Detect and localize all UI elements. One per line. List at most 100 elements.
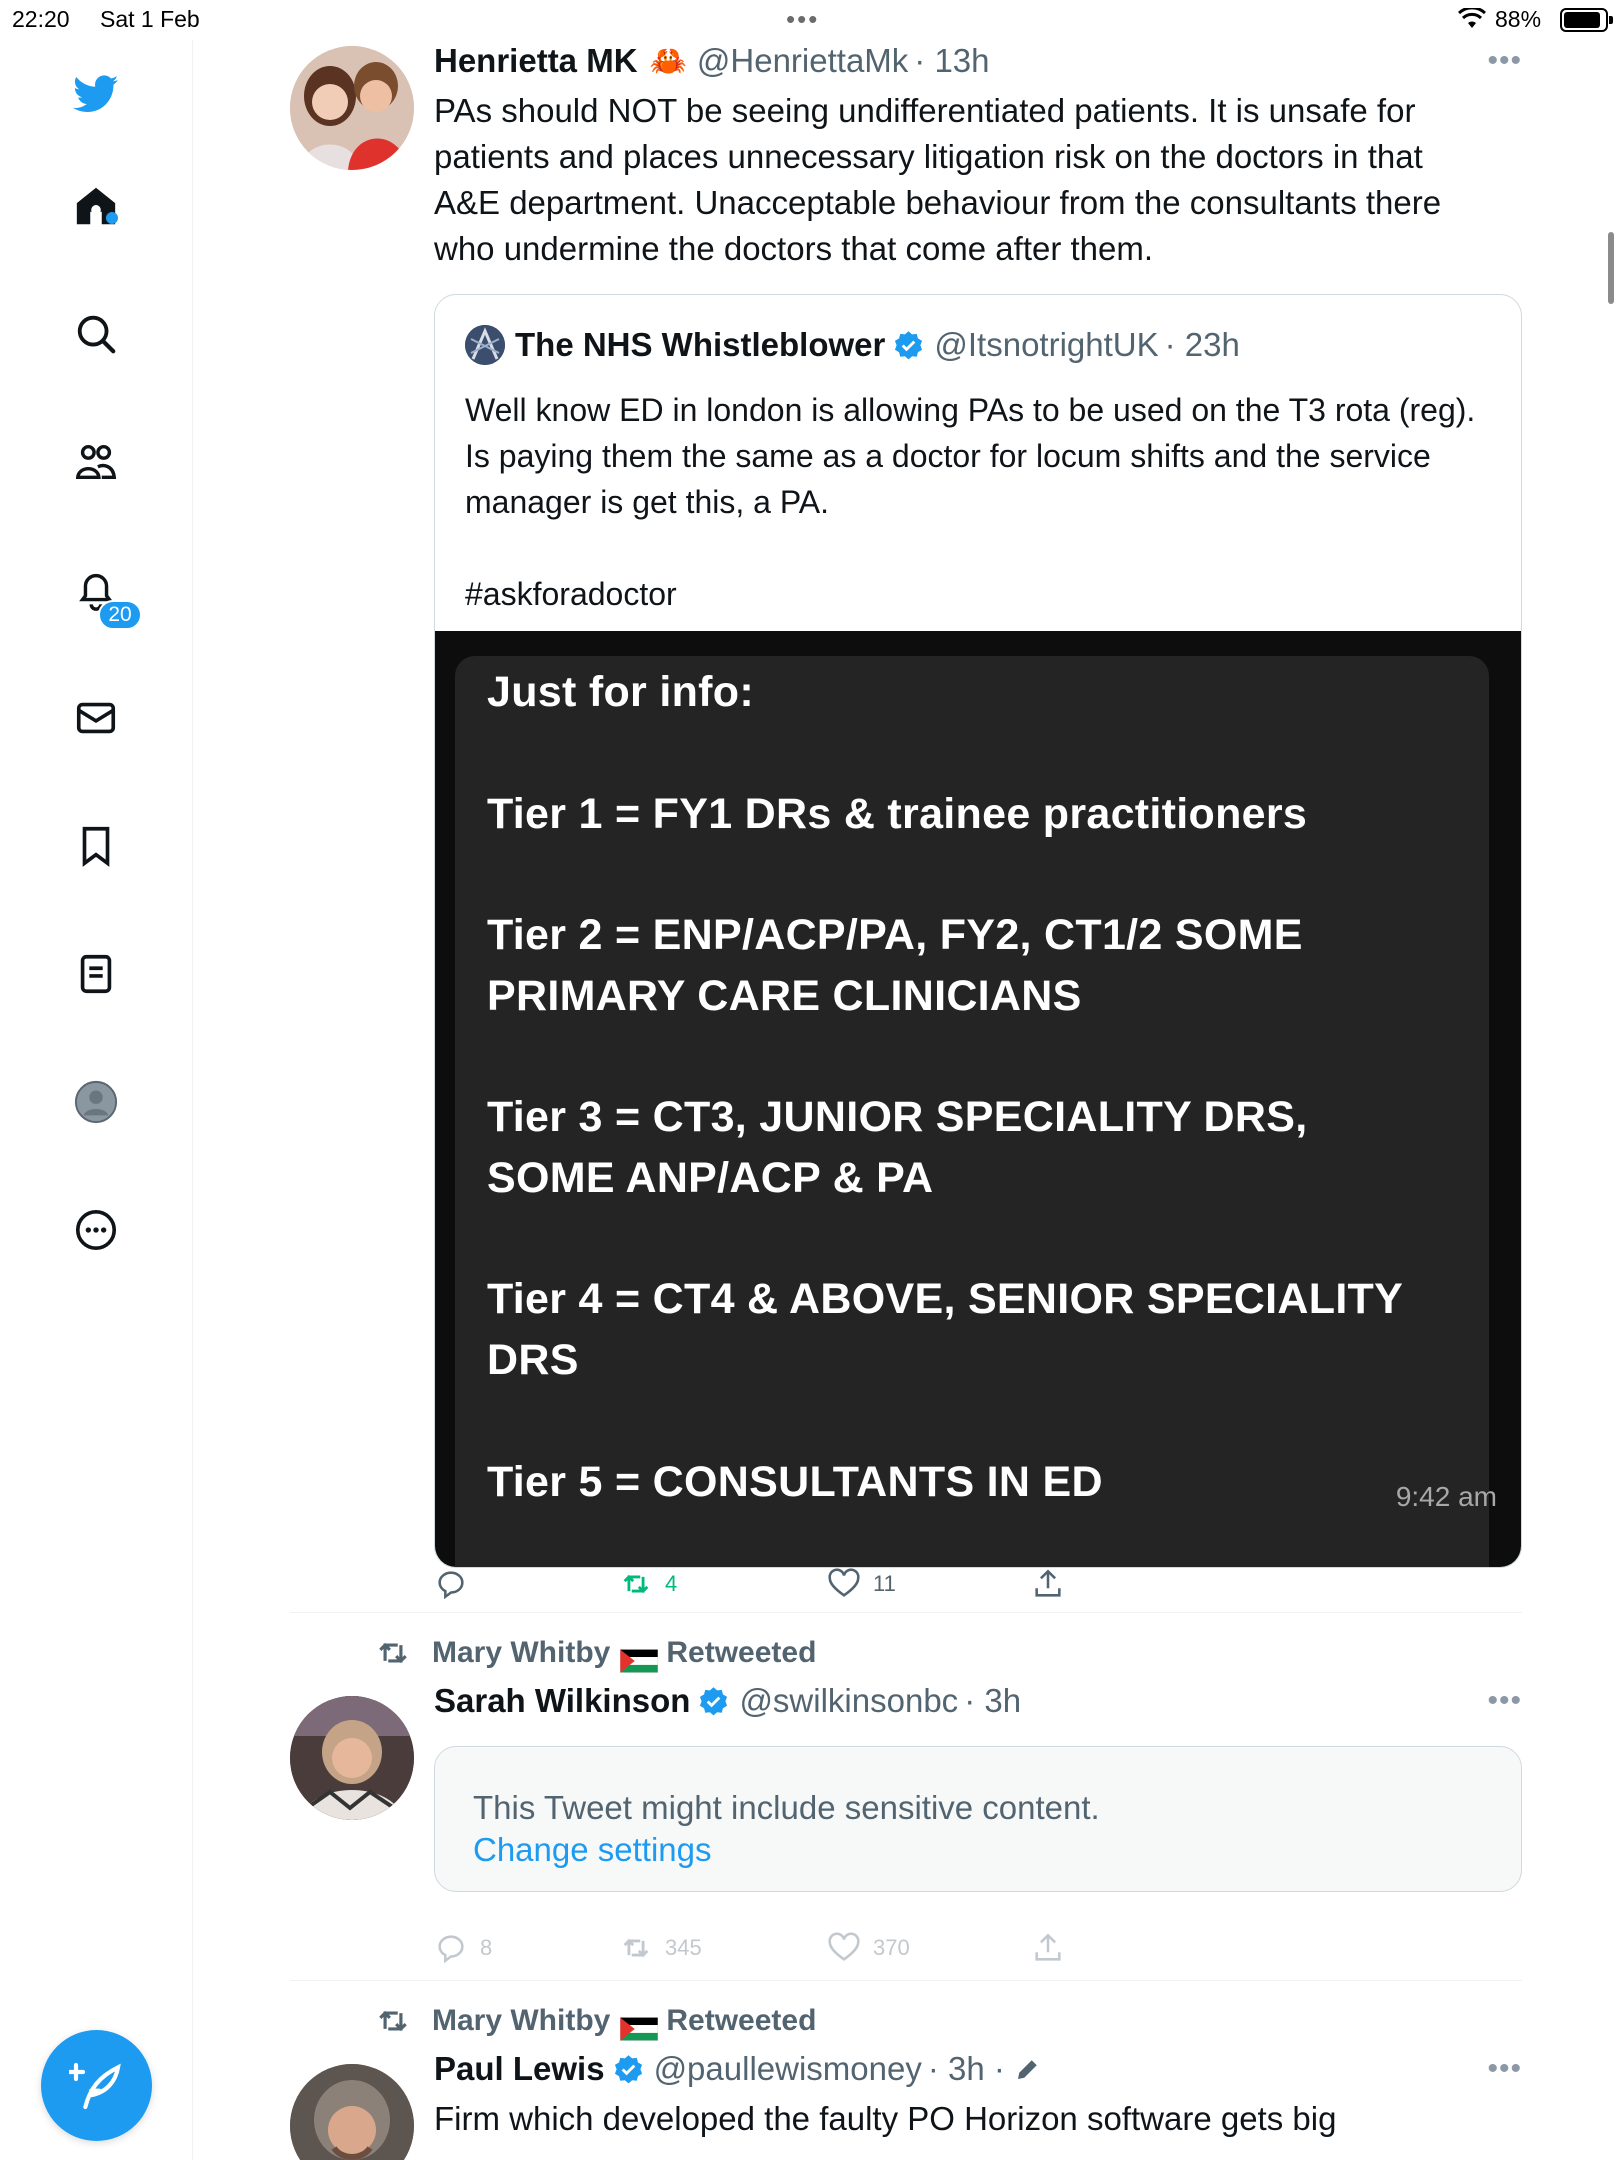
author-handle[interactable]: @swilkinsonbc — [739, 1682, 958, 1720]
retweet-icon — [623, 1938, 649, 1958]
quoted-author-handle: @ItsnotrightUK — [934, 326, 1159, 363]
tweet-actions-disabled: 8 345 370 — [434, 1926, 1134, 1970]
more-options-icon[interactable] — [68, 1202, 124, 1258]
retweet-icon — [379, 1642, 407, 1664]
sidebar: 20 — [0, 40, 193, 2160]
tweet-header: Henrietta MK 🦀 @HenriettaMk · 13h — [434, 42, 990, 80]
heart-icon — [828, 1568, 860, 1597]
retweet-count: 345 — [665, 1935, 702, 1960]
author-handle[interactable]: @paullewismoney — [654, 2050, 922, 2088]
messages-envelope-icon[interactable] — [68, 690, 124, 746]
tweet[interactable]: Mary Whitby Retweeted Sarah Wilkinson @s… — [290, 1612, 1522, 1980]
quoted-tweet-image[interactable]: Just for info: Tier 1 = FY1 DRs & traine… — [435, 631, 1521, 1567]
status-time: 22:20 — [12, 6, 70, 32]
image-line: SOME ANP/ACP & PA — [487, 1154, 934, 1202]
share-icon — [1035, 1933, 1061, 1961]
retweeted-label: Retweeted — [666, 1636, 817, 1669]
palestine-flag-icon — [620, 2010, 659, 2041]
author-name[interactable]: Paul Lewis — [434, 2050, 605, 2088]
home-icon[interactable] — [68, 178, 124, 234]
tweet-header: Paul Lewis @paullewismoney · 3h · — [434, 2050, 1043, 2088]
retweet-icon — [379, 2010, 407, 2032]
status-bar: 22:20 Sat 1 Feb ••• 88% — [0, 0, 1620, 40]
search-icon[interactable] — [68, 306, 124, 362]
profile-avatar-icon[interactable] — [68, 1074, 124, 1130]
retweeted-by-line: Mary Whitby Retweeted — [374, 2002, 817, 2041]
tweet-time[interactable]: · 3h · — [928, 2050, 1005, 2088]
quoted-avatar — [465, 325, 505, 365]
heart-icon — [828, 1932, 860, 1961]
wifi-icon — [1458, 8, 1486, 28]
avatar[interactable] — [290, 1696, 414, 1820]
retweet-button: 345 — [619, 1926, 702, 1970]
edited-pencil-icon[interactable] — [1013, 2054, 1043, 2084]
lists-icon[interactable] — [68, 946, 124, 1002]
avatar[interactable] — [290, 46, 414, 170]
retweeted-label: Retweeted — [666, 2004, 817, 2037]
tweet[interactable]: Mary Whitby Retweeted Paul Lewis @paulle… — [290, 1980, 1522, 2160]
reply-count: 8 — [480, 1935, 493, 1960]
tweet-more-icon[interactable]: ••• — [1487, 44, 1522, 78]
image-line: Tier 3 = CT3, JUNIOR SPECIALITY DRS, — [487, 1093, 1308, 1141]
like-button: 370 — [827, 1926, 910, 1970]
retweet-icon — [623, 1574, 649, 1594]
sensitive-message: This Tweet might include sensitive conte… — [473, 1789, 1100, 1826]
tweet-text: Firm which developed the faulty PO Horiz… — [434, 2100, 1337, 2137]
share-icon — [1035, 1569, 1061, 1597]
scrollbar-thumb[interactable] — [1608, 232, 1614, 304]
author-handle[interactable]: @HenriettaMk — [697, 42, 908, 80]
tweet-text: PAs should NOT be seeing undifferentiate… — [434, 92, 1442, 267]
tweet[interactable]: Henrietta MK 🦀 @HenriettaMk · 13h ••• PA… — [290, 40, 1522, 1612]
image-line: Tier 5 = CONSULTANTS IN ED — [487, 1458, 1103, 1506]
share-button[interactable] — [1031, 1562, 1065, 1606]
quoted-author-name: The NHS Whistleblower — [515, 326, 886, 363]
like-button[interactable]: 11 — [827, 1562, 896, 1606]
tweet-more-icon[interactable]: ••• — [1487, 2052, 1522, 2086]
retweeted-by-line: Mary Whitby Retweeted — [374, 1634, 817, 1673]
image-line: Tier 4 = CT4 & ABOVE, SENIOR SPECIALITY — [487, 1275, 1404, 1323]
twitter-logo-icon[interactable] — [68, 66, 124, 122]
image-line: Tier 2 = ENP/ACP/PA, FY2, CT1/2 SOME — [487, 911, 1303, 959]
verified-badge-icon — [700, 1686, 728, 1715]
quoted-tweet-text: Well know ED in london is allowing PAs t… — [465, 387, 1495, 617]
notifications-count-badge: 20 — [98, 600, 142, 630]
hashtag-link[interactable]: #askforadoctor — [465, 571, 1495, 617]
change-settings-link[interactable]: Change settings — [473, 1831, 712, 1869]
verified-badge-icon — [895, 330, 923, 359]
home-unread-dot — [106, 212, 118, 224]
crab-emoji: 🦀 — [649, 44, 687, 78]
avatar[interactable] — [290, 2064, 414, 2160]
image-line: DRS — [487, 1336, 579, 1384]
retweeter-name[interactable]: Mary Whitby — [432, 1636, 610, 1670]
sensitive-content-notice: This Tweet might include sensitive conte… — [434, 1746, 1522, 1892]
tweet-more-icon[interactable]: ••• — [1487, 1684, 1522, 1718]
bookmarks-icon[interactable] — [68, 818, 124, 874]
multitasking-dots-icon[interactable]: ••• — [786, 4, 819, 35]
message-screenshot-card: Just for info: Tier 1 = FY1 DRs & traine… — [455, 656, 1497, 1567]
palestine-flag-icon — [620, 1642, 659, 1673]
retweet-button[interactable]: 4 — [619, 1562, 677, 1606]
quoted-tweet-body: Well know ED in london is allowing PAs t… — [465, 392, 1476, 520]
quoted-tweet[interactable]: The NHS Whistleblower @ItsnotrightUK · 2… — [434, 294, 1522, 1568]
communities-icon[interactable] — [68, 434, 124, 490]
tweet-time[interactable]: · 13h — [914, 42, 989, 80]
reply-button: 8 — [434, 1926, 492, 1970]
share-button — [1031, 1926, 1065, 1970]
like-count: 11 — [873, 1571, 896, 1596]
compose-tweet-button[interactable] — [41, 2030, 152, 2141]
like-count: 370 — [873, 1935, 910, 1960]
tweet-time[interactable]: · 3h — [964, 1682, 1021, 1720]
retweeter-name[interactable]: Mary Whitby — [432, 2004, 610, 2038]
author-name[interactable]: Henrietta MK — [434, 42, 638, 80]
tweet-header: Sarah Wilkinson @swilkinsonbc · 3h — [434, 1682, 1021, 1720]
reply-icon — [438, 1571, 464, 1600]
reply-icon — [438, 1935, 464, 1964]
image-line: PRIMARY CARE CLINICIANS — [487, 972, 1082, 1020]
reply-button[interactable] — [434, 1562, 468, 1606]
battery-percent: 88% — [1495, 6, 1542, 32]
feather-plus-icon — [68, 2062, 121, 2109]
battery-icon — [1560, 8, 1613, 32]
retweet-count: 4 — [665, 1571, 678, 1596]
tweet-actions: 4 11 — [434, 1562, 1134, 1606]
author-name[interactable]: Sarah Wilkinson — [434, 1682, 690, 1720]
